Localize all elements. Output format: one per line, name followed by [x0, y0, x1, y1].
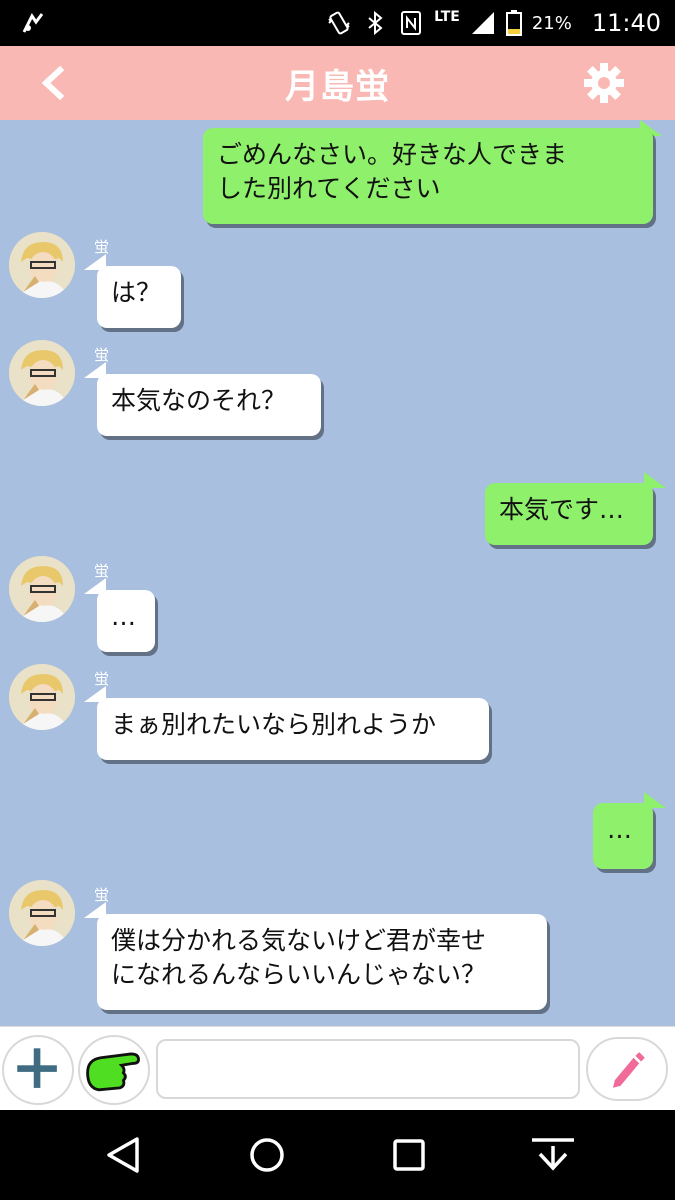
message-bubble: … — [593, 803, 653, 869]
avatar[interactable] — [9, 556, 75, 622]
message-bubble: 本気です… — [485, 483, 653, 545]
message-line: した別れてください — [217, 174, 441, 203]
message-bubble: まぁ別れたいなら別れようか — [97, 698, 489, 760]
message-line: 本気です… — [499, 495, 625, 524]
clock: 11:40 — [591, 9, 661, 37]
navigation-bar — [0, 1110, 675, 1200]
battery-icon — [505, 10, 522, 36]
lte-indicator: LTE — [434, 9, 460, 25]
avatar[interactable] — [9, 880, 75, 946]
hide-keyboard-icon[interactable] — [530, 1136, 576, 1176]
message-line: は？ — [111, 278, 162, 307]
message-line: 僕は分かれる気ないけど君が幸せ — [111, 926, 487, 955]
battery-percent: 21% — [531, 12, 572, 34]
triangle-back-icon[interactable] — [105, 1136, 141, 1174]
message-line: まぁ別れたいなら別れようか — [111, 710, 437, 739]
pointing-hand-icon — [86, 1052, 140, 1092]
bluetooth-icon — [368, 10, 383, 36]
message-bubble: 本気なのそれ？ — [97, 374, 321, 436]
message-bubble: は？ — [97, 266, 181, 328]
avatar[interactable] — [9, 232, 75, 298]
sticker-button[interactable] — [78, 1035, 150, 1105]
signal-icon — [471, 12, 494, 34]
square-recents-icon[interactable] — [392, 1138, 426, 1172]
send-button[interactable] — [586, 1037, 668, 1101]
message-line: … — [607, 815, 632, 844]
circle-home-icon[interactable] — [248, 1136, 286, 1174]
avatar[interactable] — [9, 664, 75, 730]
input-bar — [0, 1026, 675, 1111]
nfc-icon — [401, 11, 422, 35]
chat-area[interactable]: ごめんなさい。好きな人できま した別れてください 蛍 は？ 蛍 本気なのそれ？ … — [0, 120, 675, 1026]
avatar[interactable] — [9, 340, 75, 406]
notification-icon — [22, 13, 44, 33]
plus-icon — [17, 1048, 57, 1088]
message-line: … — [111, 602, 136, 631]
status-bar: LTE 21% 11:40 — [0, 0, 675, 46]
message-bubble: ごめんなさい。好きな人できま した別れてください — [203, 128, 653, 224]
message-input[interactable] — [156, 1039, 580, 1099]
add-button[interactable] — [2, 1035, 74, 1105]
pencil-icon — [612, 1052, 645, 1088]
vibrate-icon — [328, 11, 350, 35]
gear-icon[interactable] — [583, 62, 625, 104]
message-bubble: 僕は分かれる気ないけど君が幸せ になれるんならいいんじゃない？ — [97, 914, 547, 1010]
chevron-left-icon[interactable] — [34, 64, 72, 102]
message-line: 本気なのそれ？ — [111, 386, 287, 415]
chat-header: 月島蛍 — [0, 46, 675, 120]
message-line: になれるんならいいんじゃない？ — [111, 960, 487, 989]
message-line: ごめんなさい。好きな人できま — [217, 140, 568, 169]
chat-title: 月島蛍 — [285, 66, 390, 107]
message-bubble: … — [97, 590, 155, 652]
